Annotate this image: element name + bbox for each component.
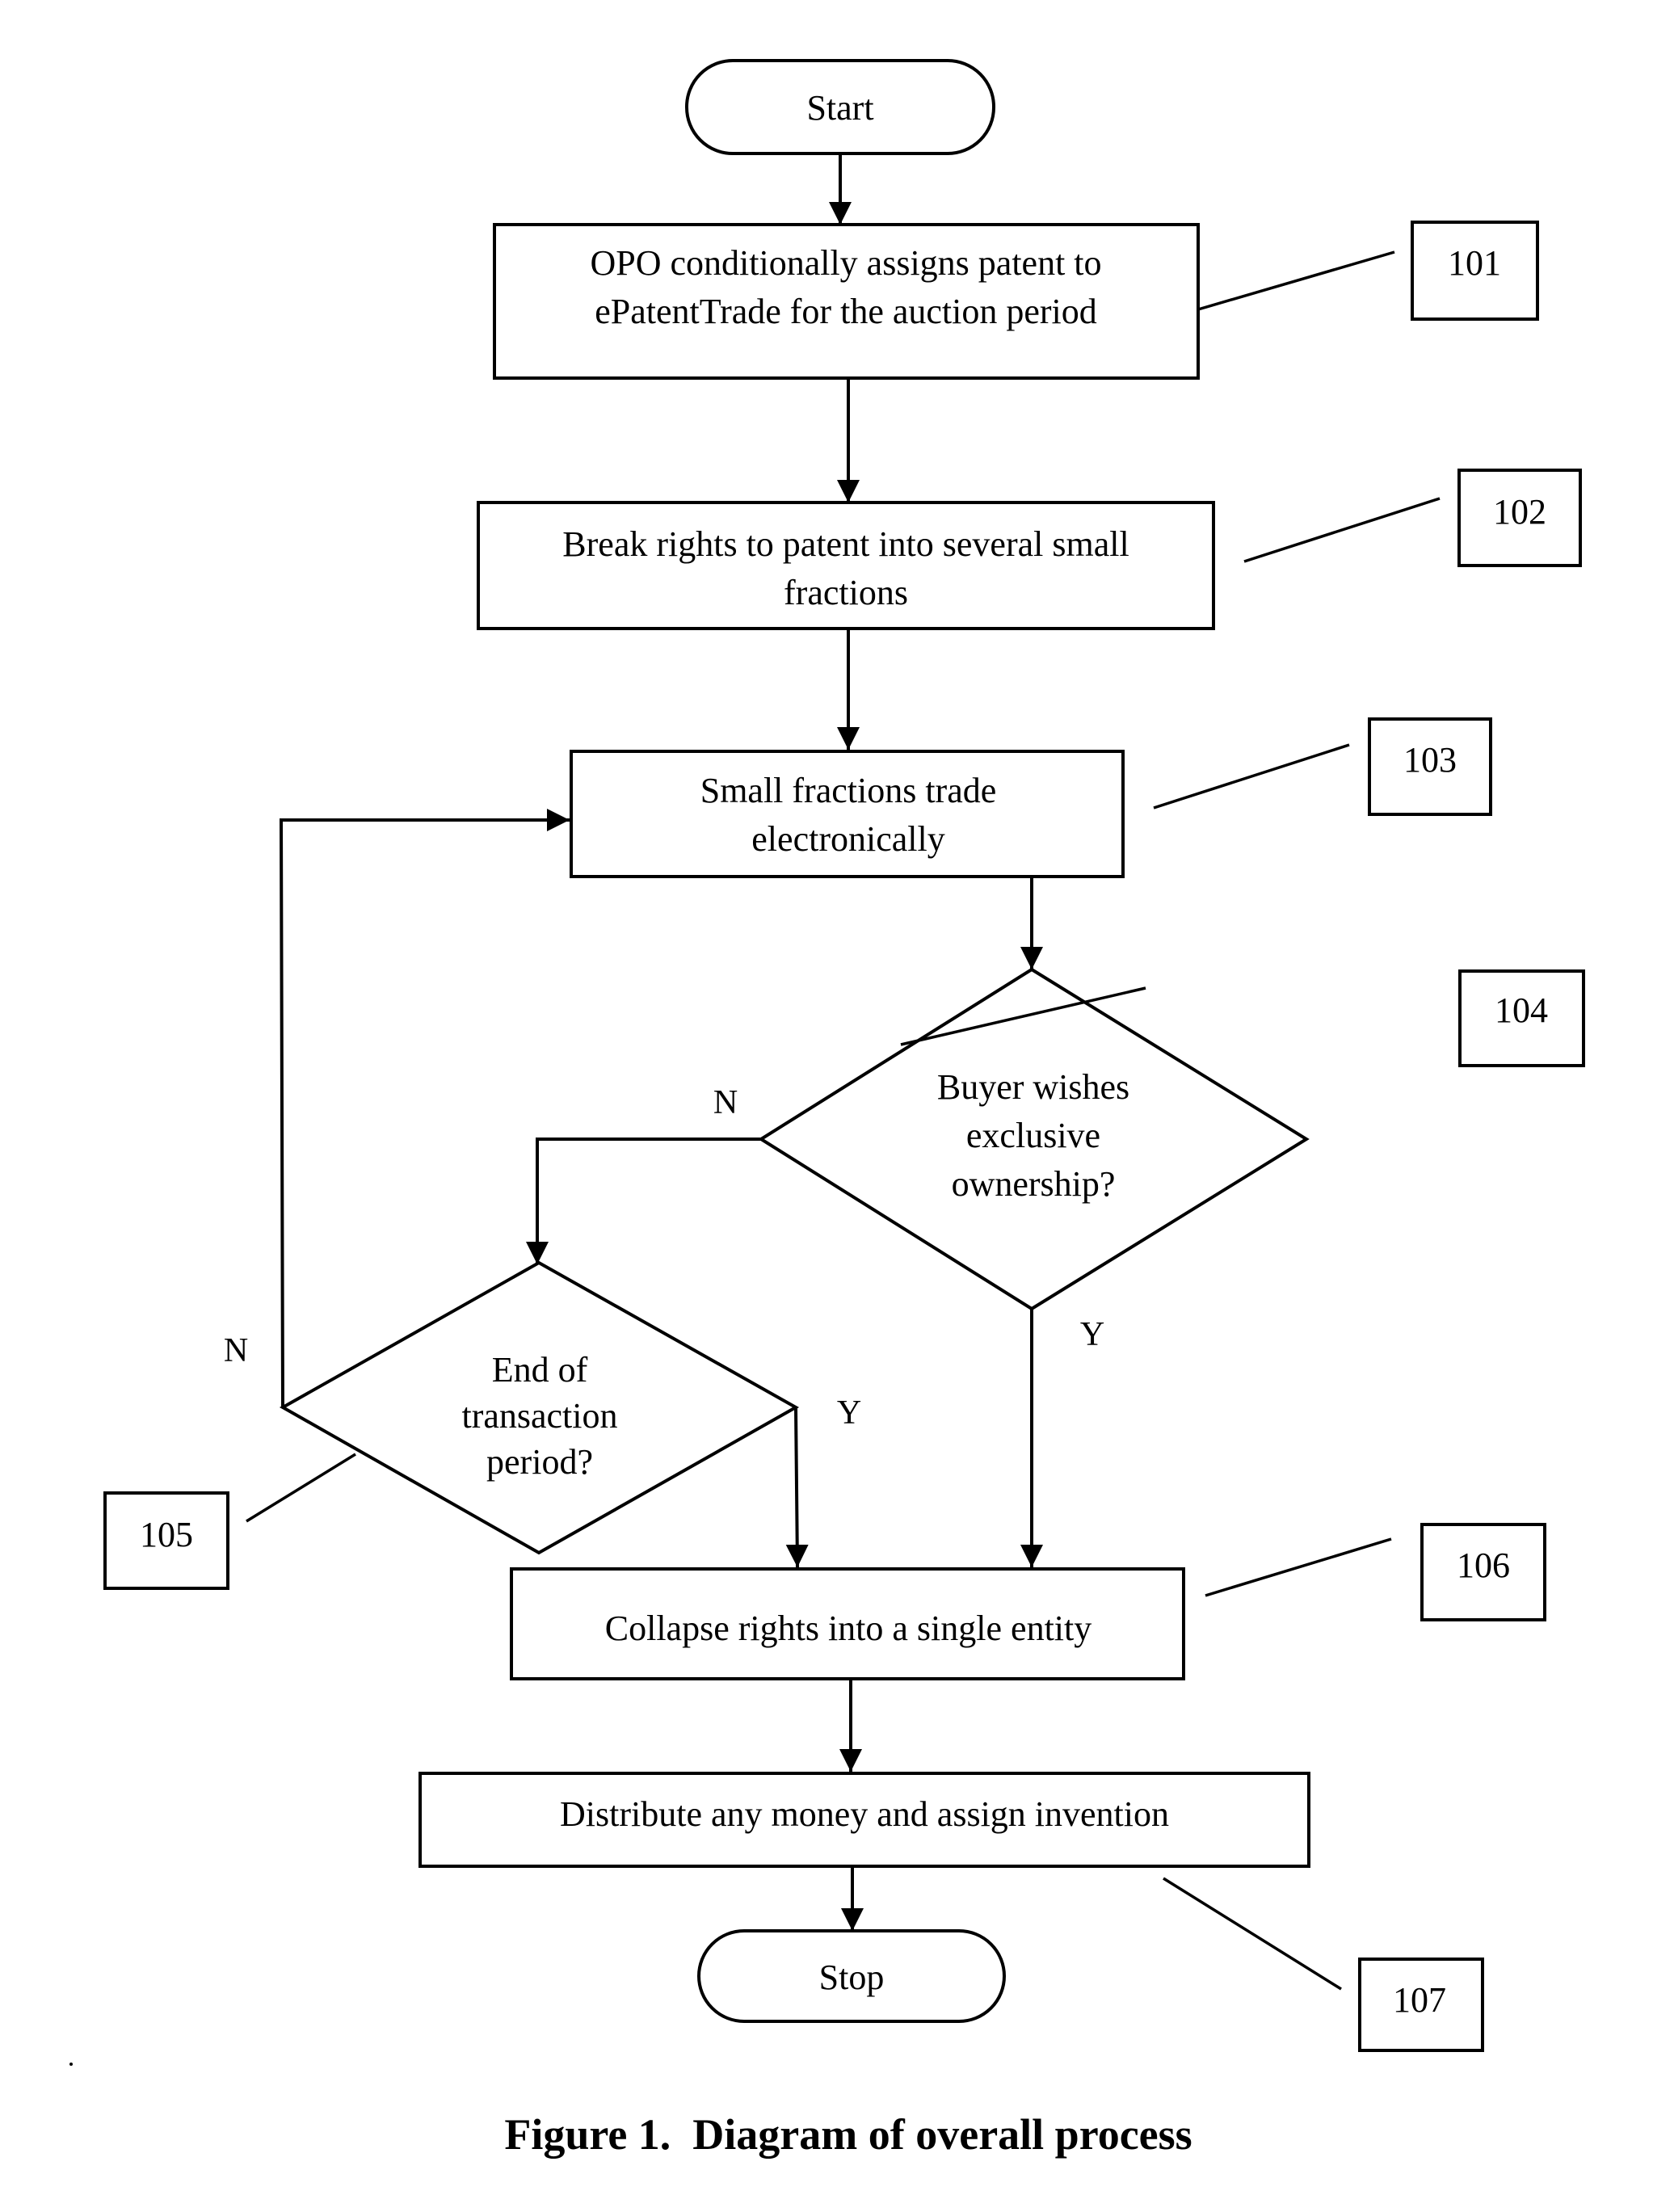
step-102-line-1: Break rights to patent into several smal…	[562, 524, 1129, 564]
start-label: Start	[806, 88, 873, 128]
stop-label: Stop	[819, 1958, 885, 1997]
decision-105-no-label: N	[224, 1332, 248, 1369]
decision-105-line-1: End of	[492, 1350, 588, 1390]
step-101-line-2: ePatentTrade for the auction period	[595, 292, 1097, 331]
ref-107-leader-line	[1163, 1877, 1342, 1991]
step-106-line-1: Collapse rights into a single entity	[605, 1609, 1092, 1648]
ref-107-label: 107	[1393, 1980, 1446, 2020]
step-103-line-1: Small fractions trade	[700, 771, 997, 810]
ref-101-label: 101	[1448, 243, 1501, 283]
scan-speck	[69, 2063, 73, 2066]
process-step-102: Break rights to patent into several smal…	[477, 469, 1582, 630]
figure-caption: Figure 1. Diagram of overall process	[504, 2110, 1192, 2159]
decision-104-line-1: Buyer wishes	[937, 1067, 1129, 1107]
step-103-line-2: electronically	[751, 819, 944, 859]
decision-104-line-3: ownership?	[952, 1164, 1116, 1204]
stop-terminal: Stop	[697, 1929, 1006, 2023]
ref-104-label: 104	[1495, 990, 1548, 1030]
ref-105-label: 105	[140, 1515, 193, 1554]
decision-104-yes-label: Y	[1080, 1316, 1104, 1353]
ref-103-leader-line	[1153, 743, 1350, 810]
start-terminal: Start	[685, 59, 995, 155]
process-step-106: Collapse rights into a single entity 106	[510, 1523, 1546, 1680]
ref-105-leader-line	[246, 1453, 356, 1523]
edge-104-no-to-105	[526, 1138, 761, 1264]
edge-105-yes-to-106	[785, 1407, 809, 1568]
process-step-103: Small fractions trade electronically 103	[570, 717, 1492, 878]
step-107-line-1: Distribute any money and assign inventio…	[560, 1794, 1169, 1834]
step-102-line-2: fractions	[784, 573, 908, 612]
decision-104-no-label: N	[713, 1084, 738, 1121]
decision-105: End of transaction period? 105 N Y	[103, 1260, 861, 1590]
decision-105-yes-label: Y	[837, 1394, 861, 1432]
step-101-line-1: OPO conditionally assigns patent to	[590, 243, 1101, 283]
ref-102-label: 102	[1493, 492, 1546, 532]
ref-106-leader-line	[1205, 1537, 1392, 1597]
decision-105-line-3: period?	[486, 1442, 593, 1482]
ref-103-label: 103	[1403, 740, 1457, 780]
process-step-101: OPO conditionally assigns patent to ePat…	[493, 221, 1539, 380]
decision-104-line-2: exclusive	[966, 1116, 1100, 1155]
flowchart: Start OPO conditionally assigns patent t…	[69, 59, 1585, 2159]
ref-102-leader-line	[1243, 497, 1441, 563]
decision-105-line-2: transaction	[461, 1396, 617, 1436]
ref-106-label: 106	[1457, 1545, 1510, 1585]
ref-101-leader-line	[1197, 250, 1395, 311]
decision-104: Buyer wishes exclusive ownership? 104 N …	[713, 967, 1585, 1353]
